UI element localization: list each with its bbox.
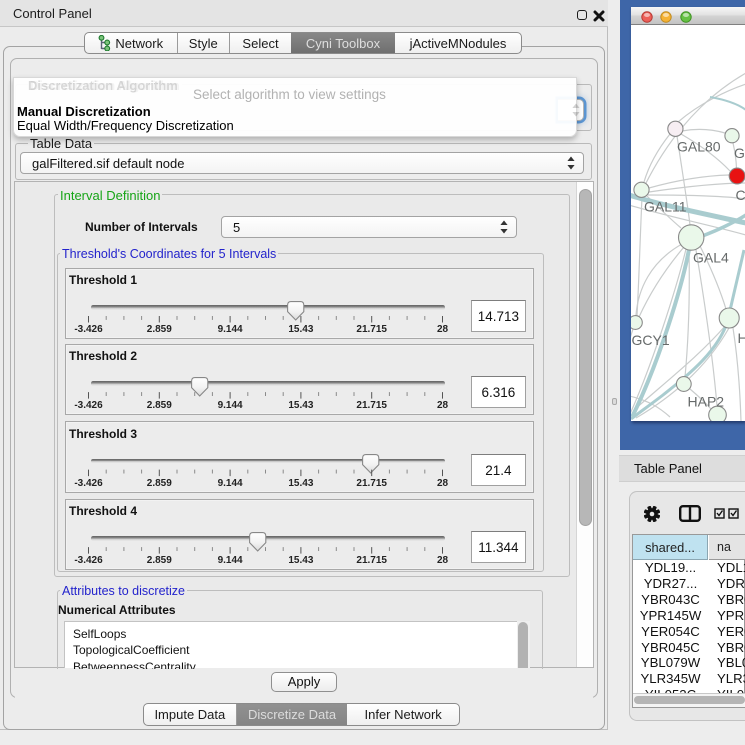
svg-text:C: C bbox=[736, 187, 745, 203]
svg-text:GAL11: GAL11 bbox=[644, 199, 687, 215]
svg-text:H: H bbox=[738, 330, 745, 346]
svg-text:GAL4: GAL4 bbox=[693, 250, 729, 266]
svg-text:GAL80: GAL80 bbox=[677, 139, 721, 155]
svg-text:GA: GA bbox=[734, 145, 745, 161]
svg-text:GCY1: GCY1 bbox=[632, 332, 670, 348]
svg-text:HAP2: HAP2 bbox=[688, 394, 725, 410]
